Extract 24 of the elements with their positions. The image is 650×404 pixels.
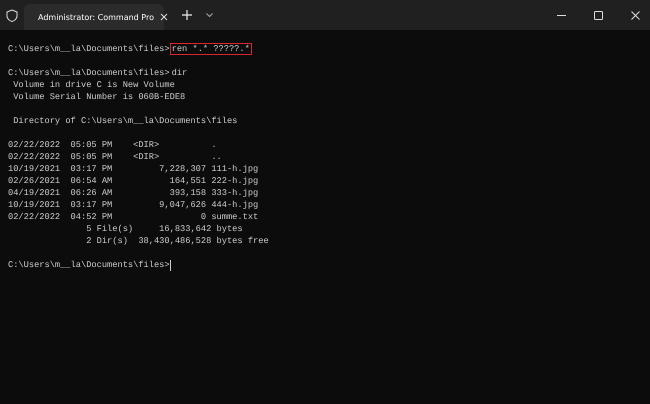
prompt-text: C:\Users\m__la\Documents\files> [8, 43, 170, 55]
new-tab-icon[interactable] [182, 10, 192, 20]
prompt-text: C:\Users\m__la\Documents\files> [8, 67, 170, 79]
output-line: Directory of C:\Users\m__la\Documents\files [12, 115, 238, 127]
output-line: 5 File(s) 16,833,642 bytes [85, 223, 243, 235]
close-icon[interactable] [631, 10, 640, 20]
output-line: 2 Dir(s) 38,430,486,528 bytes free [85, 235, 269, 247]
output-line: 10/19/2021 03:17 PM 9,047,626 444-h.jpg [8, 199, 258, 211]
shield-icon [6, 8, 18, 22]
tab-title: Administrator: Command Pro [38, 12, 154, 22]
output-line: Volume in drive C is New Volume [12, 79, 175, 91]
maximize-icon[interactable] [594, 10, 603, 20]
output-line: 02/22/2022 04:52 PM 0 summe.txt [8, 211, 258, 223]
output-line: 02/26/2021 06:54 AM 164,551 222-h.jpg [8, 175, 258, 187]
command-text: dir [170, 67, 188, 79]
output-line: 10/19/2021 03:17 PM 7,228,307 111-h.jpg [8, 163, 258, 175]
close-tab-icon[interactable] [160, 13, 168, 21]
highlighted-command: ren *.* ?????.* [170, 43, 252, 55]
chevron-down-icon[interactable] [206, 13, 213, 17]
output-line: 02/22/2022 05:05 PM <DIR> . [8, 139, 217, 151]
output-line: 04/19/2021 06:26 AM 393,158 333-h.jpg [8, 187, 258, 199]
output-line: Volume Serial Number is 060B-EDE8 [12, 91, 186, 103]
output-line: 02/22/2022 05:05 PM <DIR> .. [8, 151, 222, 163]
prompt-text: C:\Users\m__la\Documents\files> [8, 259, 170, 271]
